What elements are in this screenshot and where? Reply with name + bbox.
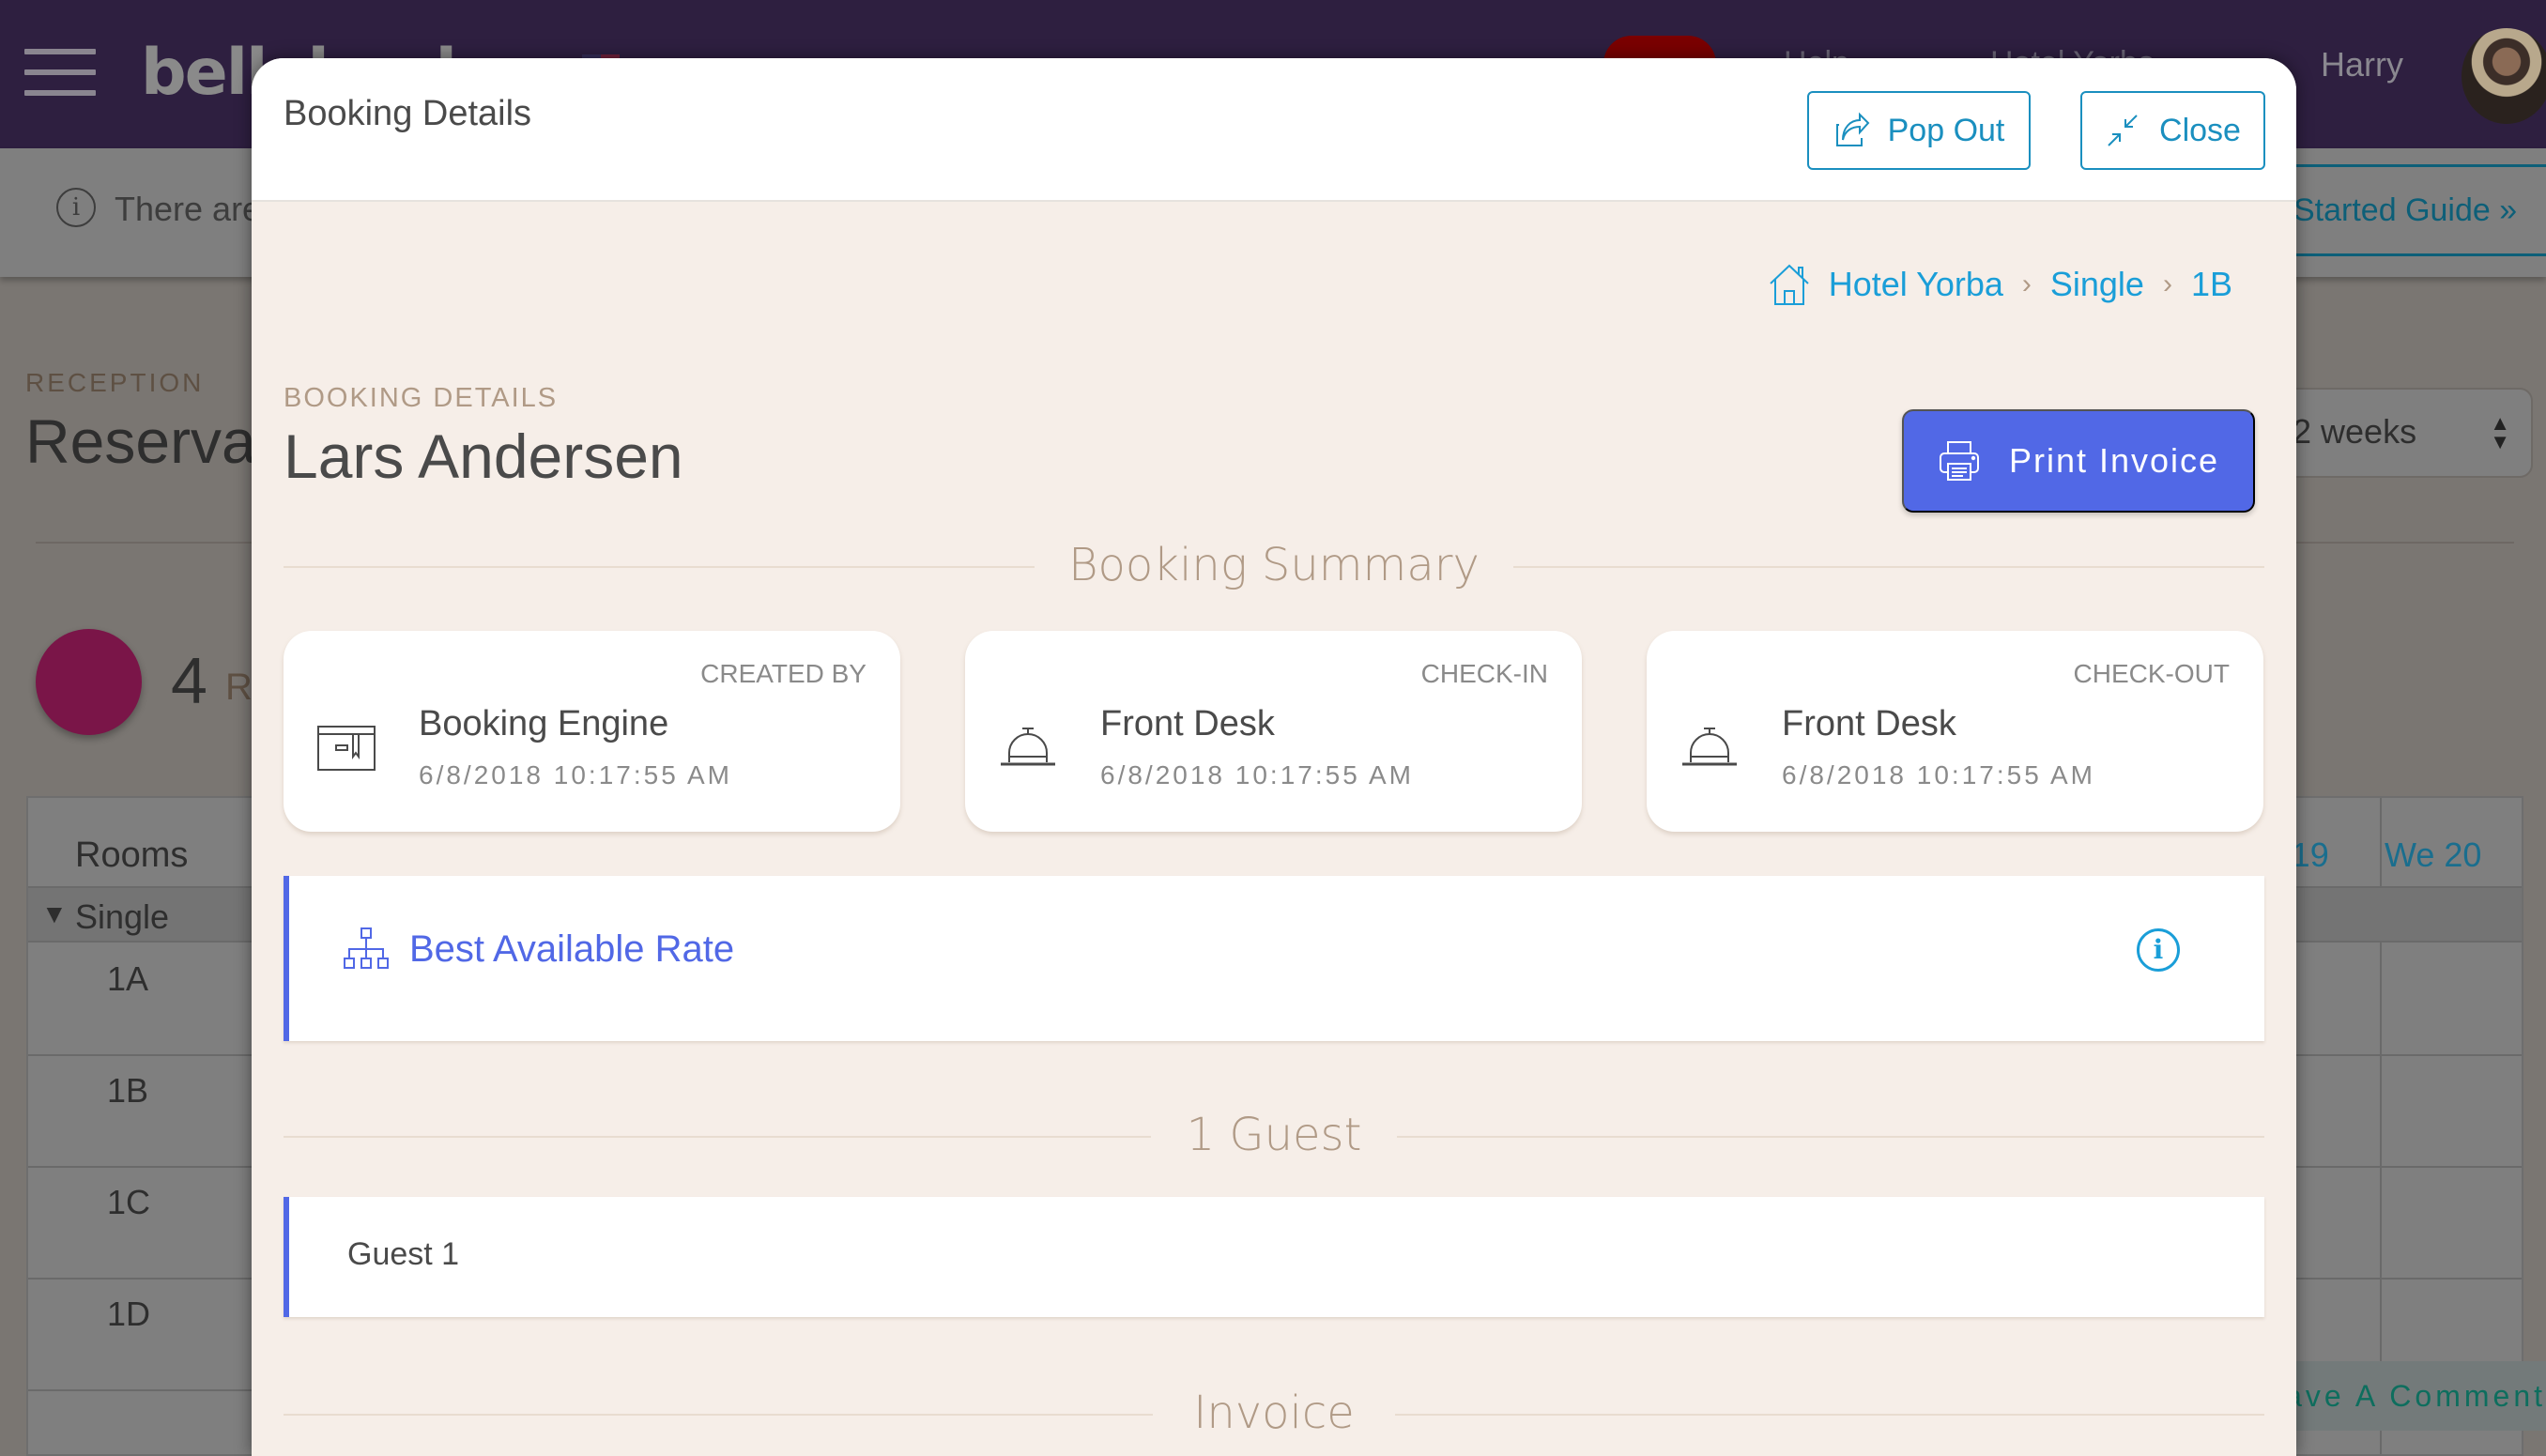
check-out-card: CHECK-OUT Front Desk 6/8/2018 10:17:55 A… bbox=[1647, 631, 2263, 832]
card-timestamp: 6/8/2018 10:17:55 AM bbox=[419, 760, 732, 789]
section-heading: 1 Guest bbox=[1186, 1109, 1362, 1161]
room-label: 1B bbox=[107, 1071, 149, 1110]
room-label: 1A bbox=[107, 959, 149, 998]
desk-bell-icon bbox=[1001, 728, 1055, 766]
breadcrumb: Hotel Yorba › Single › 1B bbox=[1769, 263, 2232, 306]
room-label: 1C bbox=[107, 1183, 151, 1221]
leave-comment-tab[interactable]: Leave A Comment bbox=[2272, 1361, 2546, 1431]
modal-title: Booking Details bbox=[284, 94, 532, 133]
pop-out-icon bbox=[1835, 112, 1870, 146]
booking-engine-icon bbox=[317, 726, 376, 771]
pop-out-button[interactable]: Pop Out bbox=[1807, 91, 2031, 170]
card-caption: CHECK-OUT bbox=[2073, 659, 2230, 688]
info-icon[interactable]: i bbox=[2137, 928, 2180, 972]
card-title: Booking Engine bbox=[419, 704, 669, 743]
booking-eyebrow: BOOKING DETAILS bbox=[284, 383, 559, 413]
rate-plan-panel[interactable]: Best Available Rate i bbox=[284, 876, 2264, 1041]
print-invoice-label: Print Invoice bbox=[2008, 441, 2220, 480]
range-select-value: 2 weeks bbox=[2293, 412, 2417, 451]
close-button[interactable]: Close bbox=[2080, 91, 2265, 170]
collapse-arrows-icon bbox=[2108, 115, 2138, 146]
section-divider-booking-summary: Booking Summary bbox=[284, 539, 2264, 595]
user-avatar[interactable] bbox=[2462, 28, 2546, 124]
breadcrumb-separator: › bbox=[2021, 268, 2032, 299]
stat-value: 4 bbox=[171, 644, 207, 717]
guest-list-item[interactable]: Guest 1 bbox=[284, 1197, 2264, 1317]
day-header[interactable]: We 20 bbox=[2385, 835, 2481, 875]
booking-details-modal: Booking Details Pop Out Close Hotel Yorb… bbox=[252, 58, 2296, 1456]
desk-bell-stat-icon bbox=[36, 629, 142, 735]
check-in-card: CHECK-IN Front Desk 6/8/2018 10:17:55 AM bbox=[965, 631, 1582, 832]
card-caption: CHECK-IN bbox=[1420, 659, 1548, 688]
select-arrows-icon: ▲ ▼ bbox=[2490, 411, 2510, 453]
home-icon[interactable] bbox=[1769, 263, 1810, 306]
card-caption: CREATED BY bbox=[700, 659, 867, 688]
printer-icon bbox=[1939, 441, 1979, 481]
pop-out-label: Pop Out bbox=[1887, 112, 2005, 148]
rooms-header: Rooms bbox=[75, 835, 189, 875]
section-divider-guests: 1 Guest bbox=[284, 1109, 2264, 1165]
guest-label: Guest 1 bbox=[347, 1236, 460, 1272]
room-group-label: Single bbox=[75, 897, 170, 936]
breadcrumb-hotel[interactable]: Hotel Yorba bbox=[1829, 265, 2003, 304]
hamburger-menu-icon[interactable] bbox=[24, 49, 96, 96]
section-divider-invoice: Invoice bbox=[284, 1387, 2264, 1443]
breadcrumb-room[interactable]: 1B bbox=[2191, 265, 2232, 304]
created-by-card: CREATED BY Booking Engine 6/8/2018 10:17… bbox=[284, 631, 900, 832]
user-name[interactable]: Harry bbox=[2321, 45, 2403, 84]
room-label: 1D bbox=[107, 1295, 151, 1333]
breadcrumb-separator: › bbox=[2162, 268, 2172, 299]
stat-label: R bbox=[225, 667, 253, 708]
notice-text: There are bbox=[115, 190, 262, 228]
collapse-triangle-icon[interactable]: ▼ bbox=[41, 899, 68, 929]
page-eyebrow: RECEPTION bbox=[25, 368, 205, 397]
card-title: Front Desk bbox=[1782, 704, 1956, 743]
section-heading: Invoice bbox=[1193, 1387, 1355, 1439]
info-icon: i bbox=[56, 188, 96, 227]
modal-header: Booking Details Pop Out Close bbox=[252, 58, 2296, 202]
card-timestamp: 6/8/2018 10:17:55 AM bbox=[1782, 760, 2095, 789]
card-timestamp: 6/8/2018 10:17:55 AM bbox=[1100, 760, 1414, 789]
guest-name-heading: Lars Andersen bbox=[284, 421, 683, 491]
card-title: Front Desk bbox=[1100, 704, 1275, 743]
section-heading: Booking Summary bbox=[1068, 539, 1480, 591]
rate-plan-label[interactable]: Best Available Rate bbox=[409, 928, 734, 971]
print-invoice-button[interactable]: Print Invoice bbox=[1902, 409, 2255, 513]
close-label: Close bbox=[2159, 112, 2241, 148]
desk-bell-icon bbox=[1682, 728, 1737, 766]
hierarchy-icon bbox=[344, 927, 389, 969]
breadcrumb-room-type[interactable]: Single bbox=[2050, 265, 2144, 304]
